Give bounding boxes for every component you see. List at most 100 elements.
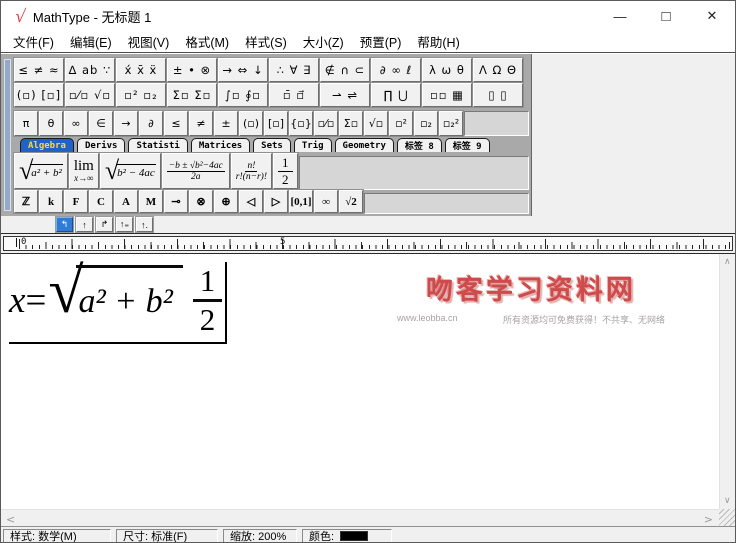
tab-geometry[interactable]: Geometry <box>334 138 394 152</box>
tab-trig[interactable]: Trig <box>293 138 332 152</box>
box-palette[interactable]: ▯ ▯ <box>473 83 523 107</box>
relational-palette[interactable]: ≤ ≠ ≈ <box>14 58 64 82</box>
palette-grip-handle[interactable] <box>4 59 11 211</box>
small-symbol-partial[interactable]: ∂ <box>139 111 163 136</box>
labeled-arrow-palette[interactable]: ⇀ ⇌ <box>320 83 370 107</box>
tab-custom-8[interactable]: 标签 8 <box>396 138 442 152</box>
small-symbol-neq[interactable]: ≠ <box>189 111 213 136</box>
small-symbol-leq[interactable]: ≤ <box>164 111 188 136</box>
small-template-parens[interactable]: (▫) <box>239 111 263 136</box>
small-template-fraction[interactable]: ▫⁄▫ <box>314 111 338 136</box>
small-template-radical[interactable]: √▫ <box>364 111 388 136</box>
small-template-braces[interactable]: {▫} <box>289 111 313 136</box>
symbol-circled-plus[interactable]: ⊕ <box>214 190 238 213</box>
small-symbol-arrow[interactable]: → <box>114 111 138 136</box>
symbol-fraktur-M[interactable]: M <box>139 190 163 213</box>
menu-file[interactable]: 文件(F) <box>5 30 62 53</box>
symbol-circled-times[interactable]: ⊗ <box>189 190 213 213</box>
tab-custom-9[interactable]: 标签 9 <box>444 138 490 152</box>
symbol-sqrt-2[interactable]: √2 <box>339 190 363 213</box>
status-color-panel[interactable]: 颜色: <box>302 529 392 542</box>
matrix-palette[interactable]: ▫▫ ▦ <box>422 83 472 107</box>
small-template-sum[interactable]: Σ▫ <box>339 111 363 136</box>
template-sqrt-a2-b2[interactable]: √ a² + b² <box>14 153 68 189</box>
menu-preferences[interactable]: 预置(P) <box>352 30 410 53</box>
symbol-multimap[interactable]: ⊸ <box>164 190 188 213</box>
template-quadratic-formula[interactable]: −b ± √b²−4ac 2a <box>161 153 230 189</box>
spacing-palette[interactable]: ∆ ab ∵ <box>65 58 115 82</box>
menu-edit[interactable]: 编辑(E) <box>62 30 120 53</box>
subscript-superscript-palette[interactable]: ▫² ▫₂ <box>116 83 166 107</box>
minimize-icon[interactable]: — <box>597 1 643 31</box>
symbol-blackboard-k[interactable]: k <box>39 190 63 213</box>
vertical-scrollbar[interactable]: ∧ ∨ <box>719 254 735 509</box>
small-symbol-element-of[interactable]: ∈ <box>89 111 113 136</box>
symbol-triangle-left[interactable]: ◁ <box>239 190 263 213</box>
template-binomial-coefficient[interactable]: n! r!(n−r)! <box>230 153 273 189</box>
horizontal-scrollbar[interactable]: < > <box>1 509 735 526</box>
tabstop-left-button[interactable]: ↰ <box>56 217 73 232</box>
template-one-half[interactable]: 1 2 <box>273 153 298 189</box>
fraction-radical-palette[interactable]: ▫⁄▫ √▫ <box>65 83 115 107</box>
ruler-face[interactable]: 0 5 <box>3 236 733 251</box>
resize-grip[interactable] <box>719 509 735 526</box>
menu-style[interactable]: 样式(S) <box>237 30 295 53</box>
tabstop-right-button[interactable]: ↱ <box>96 217 113 232</box>
overbar-underbar-palette[interactable]: ▫̄ ▫⃗ <box>269 83 319 107</box>
menu-format[interactable]: 格式(M) <box>177 30 237 53</box>
status-zoom-panel[interactable]: 缩放: 200% <box>223 529 297 542</box>
small-symbol-pi[interactable]: π <box>14 111 38 136</box>
greek-uppercase-palette[interactable]: Λ Ω Θ <box>473 58 523 82</box>
misc-symbol-palette[interactable]: ∂ ∞ ℓ <box>371 58 421 82</box>
menu-size[interactable]: 大小(Z) <box>295 30 352 53</box>
tabstop-center-button[interactable]: ↑ <box>76 217 93 232</box>
equation[interactable]: x = √ a² + b² 1 2 <box>9 259 228 344</box>
small-template-subscript[interactable]: ▫₂ <box>414 111 438 136</box>
tabstop-decimal-button[interactable]: ↑. <box>136 217 153 232</box>
scroll-left-icon[interactable]: < <box>6 513 15 526</box>
scroll-down-icon[interactable]: ∨ <box>724 496 731 506</box>
symbol-blackboard-F[interactable]: F <box>64 190 88 213</box>
greek-lowercase-palette[interactable]: λ ω θ <box>422 58 472 82</box>
menu-view[interactable]: 视图(V) <box>120 30 178 53</box>
small-template-brackets[interactable]: [▫] <box>264 111 288 136</box>
tab-statistics[interactable]: Statisti <box>128 138 188 152</box>
template-limit[interactable]: lim x→∞ <box>68 153 99 189</box>
set-theory-palette[interactable]: ∉ ∩ ⊂ <box>320 58 370 82</box>
ruler[interactable]: 0 5 <box>1 233 735 254</box>
scroll-right-icon[interactable]: > <box>704 513 713 526</box>
menu-help[interactable]: 帮助(H) <box>409 30 467 53</box>
small-symbol-infinity[interactable]: ∞ <box>64 111 88 136</box>
product-union-palette[interactable]: ∏ ⋃ <box>371 83 421 107</box>
symbol-unit-interval[interactable]: [0,1] <box>289 190 313 213</box>
operator-palette[interactable]: ± • ⊗ <box>167 58 217 82</box>
small-template-subsuperscript[interactable]: ▫₂² <box>439 111 463 136</box>
symbol-script-C[interactable]: C <box>89 190 113 213</box>
tab-matrices[interactable]: Matrices <box>190 138 251 152</box>
tab-derivs[interactable]: Derivs <box>76 138 126 152</box>
symbol-blackboard-Z[interactable]: ℤ <box>14 190 38 213</box>
close-icon[interactable]: ✕ <box>689 1 735 31</box>
symbol-fraktur-A[interactable]: A <box>114 190 138 213</box>
embellishment-palette[interactable]: x́ x̄ ẍ <box>116 58 166 82</box>
small-symbol-plus-minus[interactable]: ± <box>214 111 238 136</box>
status-style-panel[interactable]: 样式: 数学(M) <box>3 529 111 542</box>
integral-palette[interactable]: ∫▫ ∮▫ <box>218 83 268 107</box>
template-sqrt-b2-4ac[interactable]: √ b² − 4ac <box>99 153 161 189</box>
fence-palette[interactable]: (▫) [▫] <box>14 83 64 107</box>
symbol-triangle-right[interactable]: ▷ <box>264 190 288 213</box>
equation-editing-area[interactable]: x = √ a² + b² 1 2 吻客学习资料网 www.leobba.cn … <box>1 254 735 509</box>
tab-algebra[interactable]: Algebra <box>20 138 74 152</box>
symbol-infinity[interactable]: ∞ <box>314 190 338 213</box>
small-symbol-theta[interactable]: θ <box>39 111 63 136</box>
logic-palette[interactable]: ∴ ∀ ∃ <box>269 58 319 82</box>
summation-palette[interactable]: Σ▫ Σ▫ <box>167 83 217 107</box>
equation-radical: √ a² + b² <box>48 259 183 323</box>
tabstop-relational-button[interactable]: ↑₌ <box>116 217 133 232</box>
small-template-superscript[interactable]: ▫² <box>389 111 413 136</box>
maximize-icon[interactable]: □ <box>643 1 689 31</box>
tab-sets[interactable]: Sets <box>253 138 291 152</box>
arrow-palette[interactable]: → ⇔ ↓ <box>218 58 268 82</box>
scroll-up-icon[interactable]: ∧ <box>724 257 731 267</box>
status-size-panel[interactable]: 尺寸: 标准(F) <box>116 529 218 542</box>
